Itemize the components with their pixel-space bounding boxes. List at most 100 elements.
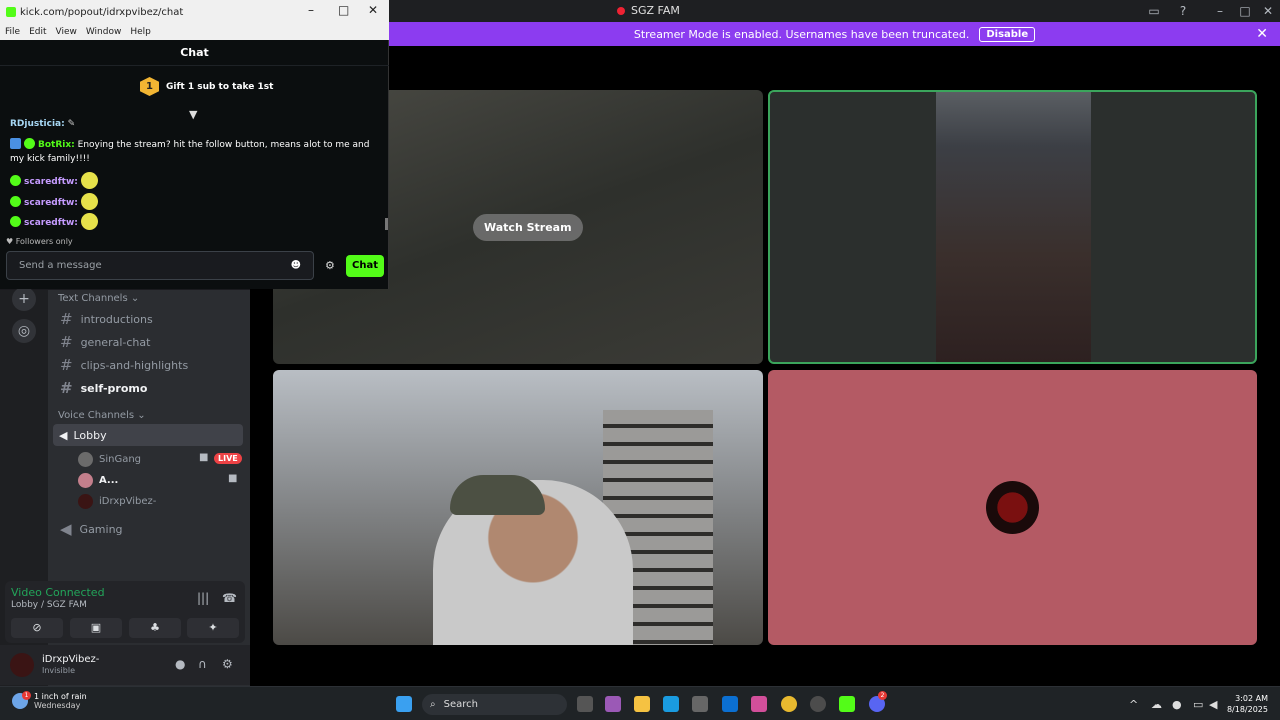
- gift-leaderboard[interactable]: 1 Gift 1 sub to take 1st: [140, 77, 273, 96]
- kick-chat-popout: kick.com/popout/idrxpvibez/chat – □ ✕ Fi…: [0, 0, 389, 289]
- chat-username[interactable]: scaredftw:: [24, 177, 78, 187]
- settings-icon[interactable]: ⚙: [222, 657, 233, 671]
- voice-connection-panel: Video Connected Lobby / SGZ FAM ||| ☎ ⊘ …: [5, 581, 245, 643]
- voice-location[interactable]: Lobby / SGZ FAM: [11, 600, 87, 610]
- channel-general-chat[interactable]: # general-chat: [60, 333, 150, 351]
- minimize-button[interactable]: –: [1209, 2, 1231, 20]
- menu-window[interactable]: Window: [86, 27, 122, 37]
- chat-message: BotRix: Enoying the stream? hit the foll…: [10, 138, 380, 166]
- edge-icon[interactable]: [663, 696, 679, 712]
- menu-file[interactable]: File: [5, 27, 20, 37]
- headphones-icon[interactable]: ∩: [198, 657, 207, 671]
- activity-button[interactable]: ♣: [129, 618, 181, 638]
- expand-pinned-icon[interactable]: ▼: [189, 108, 197, 121]
- user-avatar: [986, 481, 1039, 534]
- live-badge: LIVE: [214, 453, 242, 464]
- video-tile-speaking[interactable]: [768, 90, 1257, 364]
- camera-feed: [936, 92, 1091, 362]
- m365-icon[interactable]: [751, 696, 767, 712]
- close-button[interactable]: ✕: [1257, 2, 1279, 20]
- voice-user[interactable]: SinGang: [78, 452, 141, 467]
- chat-username[interactable]: RDjusticia:: [10, 119, 65, 129]
- store-icon[interactable]: [692, 696, 708, 712]
- inbox-icon[interactable]: ▭: [1143, 2, 1165, 20]
- screen-share-button[interactable]: ▣: [70, 618, 122, 638]
- avatar-tile[interactable]: [768, 370, 1257, 645]
- chat-message: RDjusticia: ✎: [10, 117, 75, 131]
- chat-input[interactable]: Send a message ☻: [6, 251, 314, 280]
- voice-channel-lobby[interactable]: ◀ Lobby: [53, 424, 243, 446]
- channel-clips-and-highlights[interactable]: # clips-and-highlights: [60, 356, 188, 374]
- network-icon[interactable]: ▭: [1193, 698, 1203, 711]
- help-icon[interactable]: ?: [1172, 2, 1194, 20]
- emote-icon: ✎: [67, 119, 76, 129]
- gift-text: Gift 1 sub to take 1st: [166, 81, 274, 92]
- emoji-icon[interactable]: ☻: [291, 260, 301, 271]
- disconnect-icon[interactable]: ☎: [222, 591, 237, 605]
- disable-button[interactable]: Disable: [979, 26, 1036, 42]
- video-tile-webcam[interactable]: [273, 370, 763, 645]
- maximize-button[interactable]: □: [1234, 2, 1256, 20]
- chat-username[interactable]: scaredftw:: [24, 198, 78, 208]
- chrome-icon[interactable]: [781, 696, 797, 712]
- channel-self-promo[interactable]: # self-promo: [60, 379, 147, 397]
- menu-help[interactable]: Help: [130, 27, 151, 37]
- avatar[interactable]: [10, 653, 34, 677]
- search-box[interactable]: ⌕ Search: [422, 694, 567, 715]
- voice-user[interactable]: A...: [78, 473, 118, 488]
- camera-icon: ■: [199, 452, 209, 463]
- avatar: [78, 494, 93, 509]
- speaker-icon: ◀: [59, 428, 68, 442]
- chat-message: scaredftw:: [10, 172, 98, 189]
- close-button[interactable]: ✕: [368, 3, 378, 17]
- avatar: [78, 473, 93, 488]
- file-explorer-icon[interactable]: [634, 696, 650, 712]
- cloud-icon[interactable]: ☁: [1151, 698, 1162, 711]
- menu-view[interactable]: View: [56, 27, 77, 37]
- user-status: Invisible: [42, 666, 75, 675]
- verified-badge-icon: [24, 138, 35, 149]
- date: 8/18/2025: [1226, 705, 1268, 714]
- soundboard-button[interactable]: ✦: [187, 618, 239, 638]
- chat-username[interactable]: BotRix:: [38, 140, 75, 150]
- start-icon[interactable]: [396, 696, 412, 712]
- speaker-icon: ◀: [60, 520, 72, 538]
- voice-status: Video Connected: [11, 586, 105, 599]
- add-server-icon[interactable]: +: [12, 287, 36, 311]
- microphone-icon[interactable]: ●: [1172, 698, 1182, 711]
- settings-icon[interactable]: ⚙: [325, 259, 335, 272]
- copilot-icon[interactable]: [605, 696, 621, 712]
- voice-user[interactable]: iDrxpVibez-: [78, 494, 156, 509]
- time: 3:02 AM: [1235, 694, 1268, 703]
- kick-icon[interactable]: [839, 696, 855, 712]
- rank-badge: 1: [140, 77, 159, 96]
- chevron-up-icon[interactable]: ^: [1129, 698, 1138, 711]
- chat-scrollbar[interactable]: [385, 218, 388, 230]
- voice-channel-gaming[interactable]: ◀ Gaming: [60, 520, 123, 538]
- voice-channels-header[interactable]: Voice Channels ⌄: [58, 410, 146, 421]
- hash-icon: #: [60, 356, 73, 374]
- chat-username[interactable]: scaredftw:: [24, 218, 78, 228]
- watch-stream-button[interactable]: Watch Stream: [473, 214, 583, 241]
- verified-badge-icon: [10, 216, 21, 227]
- discover-icon[interactable]: ◎: [12, 319, 36, 343]
- server-icon: [617, 6, 625, 15]
- send-chat-button[interactable]: Chat: [346, 255, 384, 277]
- outlook-icon[interactable]: [722, 696, 738, 712]
- app-icon[interactable]: [810, 696, 826, 712]
- noise-suppression-icon[interactable]: |||: [197, 591, 209, 605]
- streamer-mode-banner: Streamer Mode is enabled. Usernames have…: [389, 22, 1280, 46]
- channel-introductions[interactable]: # introductions: [60, 310, 153, 328]
- close-banner-icon[interactable]: ✕: [1256, 26, 1268, 42]
- text-channels-header[interactable]: Text Channels ⌄: [58, 293, 139, 304]
- task-view-icon[interactable]: [577, 696, 593, 712]
- minimize-button[interactable]: –: [308, 3, 314, 17]
- menu-edit[interactable]: Edit: [29, 27, 46, 37]
- maximize-button[interactable]: □: [338, 3, 349, 17]
- camera-off-button[interactable]: ⊘: [11, 618, 63, 638]
- microphone-icon[interactable]: ●: [175, 657, 185, 671]
- volume-icon[interactable]: ◀: [1209, 698, 1217, 711]
- clock[interactable]: 3:02 AM 8/18/2025: [1227, 693, 1268, 715]
- discord-badge: 2: [878, 691, 887, 700]
- popout-title-bar: kick.com/popout/idrxpvibez/chat – □ ✕: [0, 0, 389, 24]
